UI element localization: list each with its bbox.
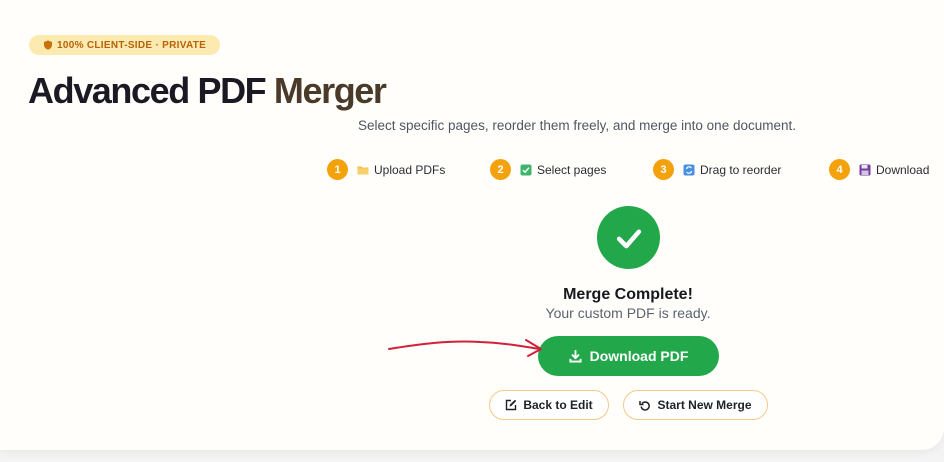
step-select: 2 Select pages	[490, 159, 606, 180]
step-reorder: 3 Drag to reorder	[653, 159, 781, 180]
merge-complete-subtitle: Your custom PDF is ready.	[545, 305, 711, 321]
step-upload: 1 Upload PDFs	[327, 159, 445, 180]
back-to-edit-button[interactable]: Back to Edit	[489, 390, 609, 420]
download-icon	[569, 349, 582, 363]
download-pdf-label: Download PDF	[589, 348, 689, 364]
checkmark-icon	[611, 220, 647, 256]
back-to-edit-label: Back to Edit	[523, 398, 593, 412]
merger-card: 100% CLIENT-SIDE · PRIVATE Advanced PDF …	[0, 0, 944, 450]
page-title-main: Advanced PDF	[28, 70, 267, 111]
step-number: 2	[490, 159, 511, 180]
checkbox-icon	[520, 164, 532, 176]
start-new-merge-button[interactable]: Start New Merge	[623, 390, 768, 420]
step-label: Select pages	[537, 162, 607, 177]
red-arrow-annotation	[388, 339, 542, 357]
privacy-badge: 100% CLIENT-SIDE · PRIVATE	[29, 35, 221, 55]
step-number: 1	[327, 159, 348, 180]
merge-complete-title: Merge Complete!	[563, 286, 693, 303]
step-download: 4 Download	[829, 159, 929, 180]
page-title-accent: Merger	[273, 70, 387, 111]
step-number: 4	[829, 159, 850, 180]
success-circle	[597, 206, 660, 269]
step-label: Download	[876, 162, 930, 177]
step-number: 3	[653, 159, 674, 180]
reorder-icon	[683, 164, 695, 176]
floppy-disk-icon	[859, 164, 871, 176]
edit-icon	[505, 399, 517, 411]
page-subtitle: Select specific pages, reorder them free…	[358, 118, 796, 133]
folder-icon	[357, 164, 369, 176]
step-label: Upload PDFs	[374, 162, 446, 177]
privacy-badge-text: 100% CLIENT-SIDE · PRIVATE	[57, 39, 207, 51]
start-new-merge-label: Start New Merge	[657, 398, 752, 412]
shield-icon	[43, 40, 53, 50]
page-title: Advanced PDF Merger	[28, 70, 387, 112]
undo-icon	[639, 399, 651, 411]
step-label: Drag to reorder	[700, 162, 782, 177]
download-pdf-button[interactable]: Download PDF	[538, 336, 719, 376]
